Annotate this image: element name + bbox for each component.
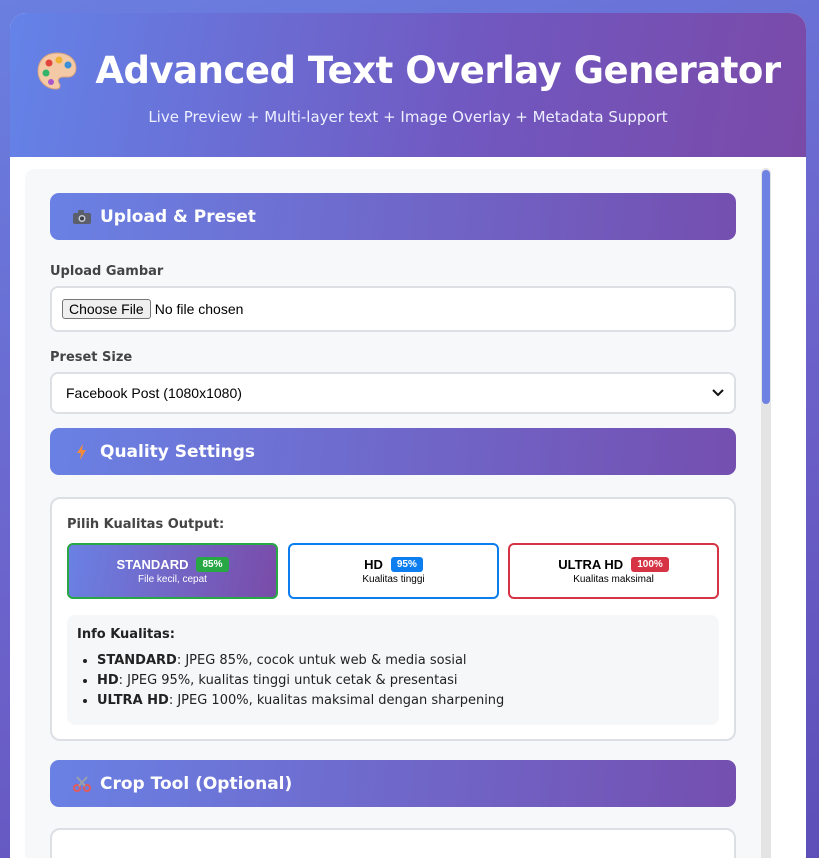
scrollbar[interactable]	[761, 168, 771, 858]
choose-file-button[interactable]: Choose File	[62, 299, 151, 319]
quality-section-title: Quality Settings	[100, 441, 256, 462]
crop-section-header[interactable]: Crop Tool (Optional)	[50, 760, 736, 807]
crop-tool-box	[50, 828, 736, 858]
info-text: : JPEG 95%, kualitas tinggi untuk cetak …	[118, 673, 458, 688]
file-status: No file chosen	[154, 301, 244, 317]
chevron-down-icon	[712, 389, 724, 397]
quality-box: Pilih Kualitas Output: STANDARD 85% File…	[50, 497, 736, 741]
quality-option-desc: Kualitas maksimal	[573, 574, 654, 585]
lightning-icon	[77, 443, 86, 460]
quality-badge: 100%	[631, 557, 669, 572]
page-subtitle: Live Preview + Multi-layer text + Image …	[148, 108, 668, 126]
quality-label: Pilih Kualitas Output:	[67, 517, 225, 532]
quality-badge: 95%	[390, 557, 423, 572]
list-item: STANDARD: JPEG 85%, cocok untuk web & me…	[97, 652, 709, 669]
upload-section-header: Upload & Preset	[50, 193, 736, 240]
quality-option-standard[interactable]: STANDARD 85% File kecil, cepat	[67, 543, 278, 599]
list-item: ULTRA HD: JPEG 100%, kualitas maksimal d…	[97, 692, 709, 709]
quality-option-desc: File kecil, cepat	[138, 574, 207, 585]
info-term: ULTRA HD	[97, 693, 169, 708]
quality-option-name: STANDARD	[116, 557, 189, 572]
quality-option-ultra-hd[interactable]: ULTRA HD 100% Kualitas maksimal	[508, 543, 719, 599]
camera-icon	[73, 209, 91, 224]
quality-option-name: HD	[364, 557, 383, 572]
page-title: Advanced Text Overlay Generator	[95, 49, 781, 92]
preset-value: Facebook Post (1080x1080)	[66, 385, 242, 401]
quality-badge: 85%	[196, 557, 229, 572]
page-header: Advanced Text Overlay Generator Live Pre…	[10, 13, 806, 157]
quality-option-desc: Kualitas tinggi	[362, 574, 425, 585]
quality-option-name: ULTRA HD	[558, 557, 624, 572]
palette-icon	[37, 51, 77, 90]
upload-label: Upload Gambar	[50, 264, 164, 279]
quality-option-hd[interactable]: HD 95% Kualitas tinggi	[288, 543, 499, 599]
scissors-icon	[73, 775, 91, 792]
upload-section-title: Upload & Preset	[100, 206, 256, 227]
preset-select[interactable]: Facebook Post (1080x1080)	[50, 372, 736, 414]
crop-section-title: Crop Tool (Optional)	[100, 773, 293, 794]
quality-section-header: Quality Settings	[50, 428, 736, 475]
info-text: : JPEG 85%, cocok untuk web & media sosi…	[176, 653, 467, 668]
info-term: HD	[97, 673, 119, 688]
quality-info: Info Kualitas: STANDARD: JPEG 85%, cocok…	[67, 615, 719, 725]
info-text: : JPEG 100%, kualitas maksimal dengan sh…	[168, 693, 505, 708]
scrollbar-thumb[interactable]	[762, 170, 770, 404]
info-term: STANDARD	[97, 653, 177, 668]
quality-info-title: Info Kualitas:	[77, 627, 175, 642]
file-input[interactable]: Choose File No file chosen	[50, 286, 736, 332]
preset-label: Preset Size	[50, 350, 133, 365]
settings-panel: Upload & Preset Upload Gambar Choose Fil…	[25, 169, 771, 858]
quality-info-list: STANDARD: JPEG 85%, cocok untuk web & me…	[77, 652, 709, 709]
list-item: HD: JPEG 95%, kualitas tinggi untuk ceta…	[97, 672, 709, 689]
